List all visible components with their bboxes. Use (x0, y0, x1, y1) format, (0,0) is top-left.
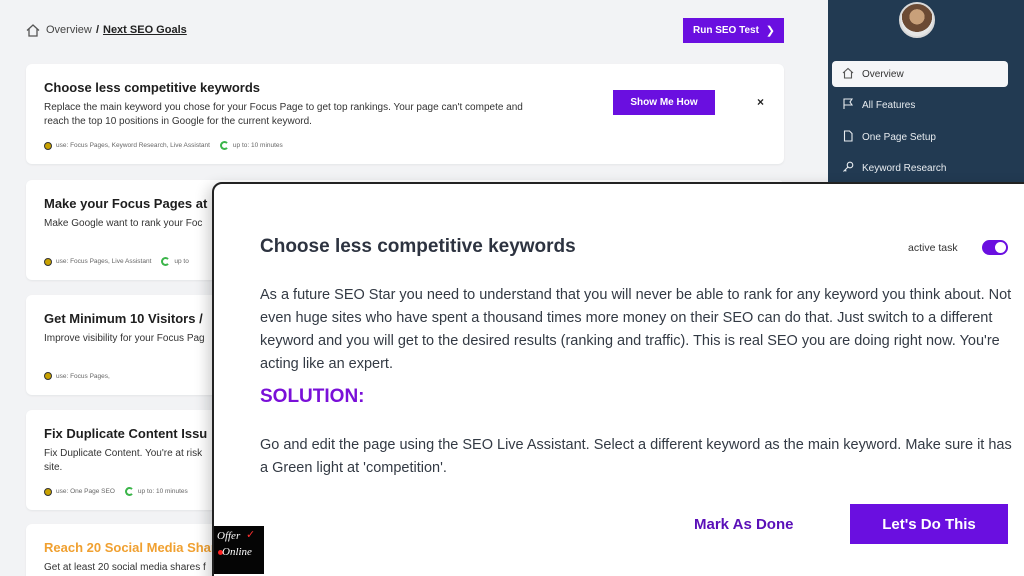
tool-icon (44, 487, 52, 496)
goal-card-title: Fix Duplicate Content Issu (44, 426, 208, 441)
mark-as-done-button[interactable]: Mark As Done (694, 516, 793, 533)
goal-card-title: Make your Focus Pages at (44, 196, 208, 211)
sidebar-item-keyword-research[interactable]: Keyword Research (832, 155, 1008, 181)
toggle-knob (995, 242, 1006, 253)
clock-icon (219, 141, 229, 150)
show-me-how-button[interactable]: Show Me How (613, 90, 715, 115)
goal-card-description: Fix Duplicate Content. You're at risk si… (44, 447, 202, 475)
breadcrumb-overview[interactable]: Overview (46, 24, 92, 36)
check-icon: ✓ (246, 529, 256, 541)
breadcrumb-current[interactable]: Next SEO Goals (103, 24, 187, 36)
goal-card-desc-line: Get at least 20 social media shares f (44, 562, 206, 573)
goal-card-tools: use: Focus Pages, Keyword Research, Live… (56, 142, 210, 149)
goal-card-tools: use: One Page SEO (56, 488, 115, 495)
clock-icon (124, 487, 134, 496)
sidebar-item-label: All Features (862, 99, 916, 111)
solution-body: Go and edit the page using the SEO Live … (260, 437, 1012, 476)
goal-card-desc-line: Improve visibility for your Focus Pag (44, 333, 205, 344)
goal-card-desc-line: Make Google want to rank your Foc (44, 218, 203, 229)
chevron-right-icon: ❯ (765, 25, 775, 37)
sidebar-item-label: Keyword Research (862, 162, 947, 174)
modal-body: As a future SEO Star you need to underst… (260, 287, 1012, 372)
watermark-logo: Offer ✓ Online (214, 526, 264, 574)
active-task-label: active task (908, 242, 958, 254)
goal-card-title: Reach 20 Social Media Shar (44, 540, 216, 555)
flag-icon (843, 98, 854, 109)
goal-card-desc-line: reach the top 10 positions in Google for… (44, 116, 312, 127)
goal-card-title: Get Minimum 10 Visitors / (44, 311, 203, 326)
goal-card-title: Choose less competitive keywords (44, 80, 261, 95)
goal-card-meta: use: Focus Pages, (44, 372, 110, 380)
task-modal: Choose less competitive keywords active … (212, 182, 1024, 576)
sidebar-item-overview[interactable]: Overview (832, 61, 1008, 87)
goal-card-meta: use: Focus Pages, Keyword Research, Live… (44, 141, 283, 150)
tool-icon (44, 257, 52, 266)
goal-card-time: up to: 10 minutes (137, 488, 188, 495)
goal-card-description: Make Google want to rank your Foc (44, 217, 202, 231)
goal-card[interactable]: Choose less competitive keywords Replace… (26, 64, 784, 164)
avatar[interactable] (899, 2, 935, 38)
sidebar-item-label: One Page Setup (862, 131, 936, 143)
page-icon (843, 130, 853, 142)
lets-do-this-button[interactable]: Let's Do This (850, 504, 1008, 544)
sidebar-item-label: Overview (862, 68, 904, 80)
sidebar-item-one-page-setup[interactable]: One Page Setup (832, 124, 1008, 150)
goal-card-time: up to: 10 minutes (232, 142, 283, 149)
goal-card-desc-line: Fix Duplicate Content. You're at risk (44, 448, 203, 459)
goal-card-description: Replace the main keyword you chose for y… (44, 101, 523, 129)
run-seo-test-button[interactable]: Run SEO Test ❯ (683, 18, 784, 43)
goal-card-meta: use: Focus Pages, Live Assistant up to (44, 257, 189, 266)
close-icon[interactable]: × (757, 95, 764, 109)
tool-icon (44, 141, 52, 150)
goal-card-description: Improve visibility for your Focus Pag (44, 332, 205, 346)
goal-card-tools: use: Focus Pages, (56, 372, 110, 380)
sidebar-item-all-features[interactable]: All Features (832, 92, 1008, 118)
tool-icon (44, 372, 52, 380)
modal-title: Choose less competitive keywords (260, 236, 576, 257)
active-task-toggle[interactable] (982, 240, 1008, 255)
key-icon (843, 161, 854, 172)
breadcrumb-separator: / (96, 24, 100, 36)
home-icon (842, 67, 854, 79)
watermark-line1: Offer (217, 530, 241, 542)
clock-icon (161, 257, 171, 266)
goal-card-meta: use: One Page SEO up to: 10 minutes (44, 487, 188, 496)
goal-card-description: Get at least 20 social media shares f (44, 561, 206, 575)
goal-card-desc-line: site. (44, 462, 63, 473)
watermark-line2: Online (222, 546, 252, 558)
goal-card-desc-line: Replace the main keyword you chose for y… (44, 102, 523, 113)
top-bar: Overview / Next SEO Goals Run SEO Test ❯ (0, 0, 828, 62)
run-seo-test-label: Run SEO Test (693, 25, 759, 36)
solution-heading: SOLUTION: (260, 386, 365, 407)
home-icon[interactable] (26, 24, 40, 37)
goal-card-tools: use: Focus Pages, Live Assistant (56, 258, 152, 265)
goal-card-time: up to (174, 258, 189, 265)
